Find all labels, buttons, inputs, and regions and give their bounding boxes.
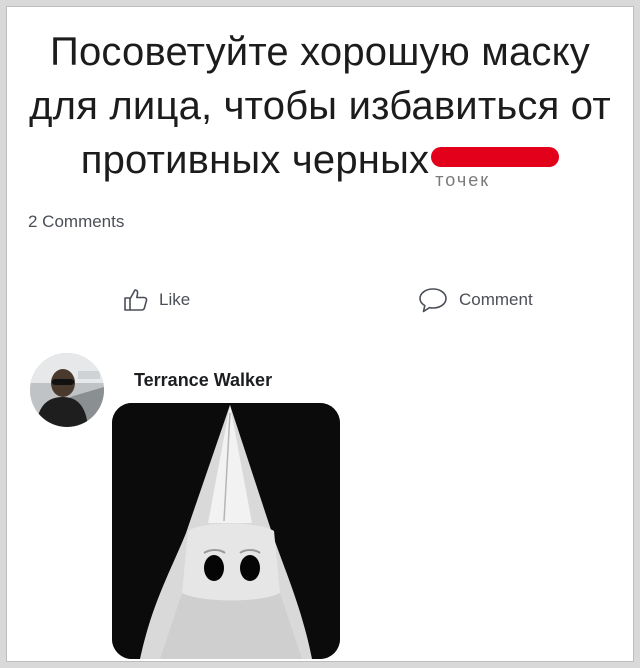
avatar-photo (30, 353, 104, 427)
like-button[interactable]: Like (123, 285, 190, 315)
white-hood-image (112, 403, 340, 659)
comment-photo[interactable] (112, 403, 340, 659)
comments-count[interactable]: 2 Comments (28, 212, 124, 232)
post-line-3-text: противных черных (80, 138, 430, 182)
speech-bubble-icon (419, 288, 447, 313)
comment-label: Comment (459, 290, 533, 309)
post-text: Посоветуйте хорошую маску для лица, чтоб… (7, 25, 633, 190)
thumbs-up-icon (124, 289, 148, 311)
like-label: Like (159, 290, 191, 309)
post-line-2: для лица, чтобы избавиться от (29, 84, 611, 128)
post-line-1: Посоветуйте хорошую маску (50, 30, 590, 74)
comment-author[interactable]: Terrance Walker (134, 370, 272, 391)
post-line-3: противных черных точек (7, 133, 633, 190)
facebook-post: Посоветуйте хорошую маску для лица, чтоб… (6, 6, 634, 662)
comment-button[interactable]: Comment (417, 285, 533, 315)
red-scribble (431, 147, 560, 167)
avatar[interactable] (30, 353, 104, 427)
redaction-mark: точек (431, 147, 560, 190)
